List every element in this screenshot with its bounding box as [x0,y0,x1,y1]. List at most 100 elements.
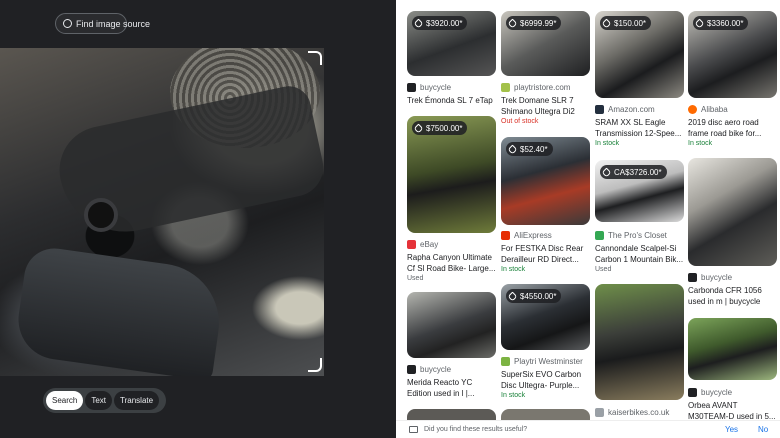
stock-status: Used [595,266,612,273]
result-thumbnail[interactable]: CA$3726.00* [595,160,684,222]
buycycle-favicon-icon [407,364,416,374]
buycycle-favicon-icon [407,82,416,92]
result-title[interactable]: 2019 disc aero road frame road bike for.… [688,117,777,139]
feedback-icon [409,426,418,433]
source-label: kaiserbikes.co.uk [608,407,670,417]
crop-handle-bottom-right[interactable] [308,358,322,372]
price-badge: $4550.00* [506,289,562,303]
price-badge: $7500.00* [412,121,468,135]
result-title[interactable]: For FESTKA Disc Rear Derailleur RD Direc… [501,243,590,265]
source-label: buycycle [420,364,452,374]
tag-icon [507,18,518,28]
result-source[interactable]: buycycle [407,81,451,93]
result-title[interactable]: Carbonda CFR 1056 used in m | buycycle [688,285,777,307]
mode-text-button[interactable]: Text [85,391,113,410]
source-label: Playtri Westminster [514,356,583,366]
price-label: $52.40* [520,144,548,154]
price-label: CA$3726.00* [614,167,662,177]
price-badge: $150.00* [600,16,652,30]
stock-status: In stock [688,140,713,147]
image-preview-panel: Find image source Search Text Translate [0,0,396,438]
result-title[interactable]: SuperSix EVO Carbon Disc Ultegra- Purple… [501,369,590,391]
feedback-yes-button[interactable]: Yes [725,425,738,434]
mode-switcher: Search Text Translate [43,388,166,413]
buycycle-favicon-icon [688,387,697,397]
tag-icon [601,167,612,177]
playtri-favicon-icon [501,356,510,366]
price-label: $150.00* [614,18,647,28]
source-label: The Pro's Closet [608,230,667,240]
result-title[interactable]: Cannondale Scalpel-Si Carbon 1 Mountain … [595,243,684,265]
source-label: Amazon.com [608,104,655,114]
thru-axle-shape [84,198,118,232]
source-label: playtristore.com [514,82,571,92]
price-badge: CA$3726.00* [600,165,667,179]
crop-handle-top-right[interactable] [308,51,322,65]
price-badge: $52.40* [506,142,553,156]
price-label: $3920.00* [426,18,463,28]
query-image [0,48,324,376]
result-thumbnail[interactable]: $4550.00* [501,284,590,350]
tag-icon [694,18,705,28]
feedback-question: Did you find these results useful? [424,426,528,433]
result-title[interactable]: Merida Reacto YC Edition used in l |... [407,377,496,399]
tag-icon [601,18,612,28]
buycycle-favicon-icon [688,272,697,282]
source-label: eBay [420,239,439,249]
result-source[interactable]: buycycle [688,386,732,398]
result-thumbnail[interactable]: $6999.99* [501,11,590,76]
feedback-no-button[interactable]: No [758,425,768,434]
result-title[interactable]: Trek Domane SLR 7 Shimano Ultegra Di2 11… [501,95,590,117]
result-source[interactable]: buycycle [407,363,451,375]
tag-icon [507,144,518,154]
stock-status: In stock [595,140,620,147]
aliexpress-favicon-icon [501,230,510,240]
kaiserbikes-favicon-icon [595,407,604,417]
result-title[interactable]: SRAM XX SL Eagle Transmission 12-Spee... [595,117,684,139]
pros-closet-favicon-icon [595,230,604,240]
stock-status: In stock [501,266,526,273]
result-thumbnail[interactable]: $3360.00* [688,11,777,98]
lens-icon [63,19,72,28]
result-thumbnail[interactable] [595,284,684,400]
result-source[interactable]: Playtri Westminster [501,355,583,367]
lens-results-page: Find image source Search Text Translate … [0,0,780,438]
result-thumbnail[interactable]: $150.00* [595,11,684,98]
result-source[interactable]: Amazon.com [595,103,655,115]
price-label: $3360.00* [707,18,744,28]
result-source[interactable]: eBay [407,238,438,250]
result-thumbnail[interactable]: $52.40* [501,137,590,225]
mode-search-button[interactable]: Search [46,391,84,410]
results-grid: $3920.00* buycycle Trek Émonda SL 7 eTap… [396,0,780,438]
feedback-bar: Did you find these results useful? Yes N… [396,420,780,438]
result-title[interactable]: Rapha Canyon Ultimate Cf Sl Road Bike- L… [407,252,496,274]
price-badge: $3360.00* [693,16,749,30]
find-image-source-button[interactable]: Find image source [55,13,150,34]
result-source[interactable]: kaiserbikes.co.uk [595,406,669,418]
tag-icon [413,18,424,28]
result-title[interactable]: Orbea AVANT M30TEAM-D used in 5... [688,400,777,422]
price-label: $6999.99* [520,18,557,28]
result-source[interactable]: playtristore.com [501,81,570,93]
amazon-favicon-icon [595,104,604,114]
mode-translate-button[interactable]: Translate [114,391,160,410]
result-source[interactable]: Alibaba [688,103,728,115]
result-thumbnail[interactable]: $7500.00* [407,116,496,233]
result-thumbnail[interactable] [407,292,496,358]
price-label: $4550.00* [520,291,557,301]
result-source[interactable]: buycycle [688,271,732,283]
result-source[interactable]: AliExpress [501,229,552,241]
result-thumbnail[interactable]: $3920.00* [407,11,496,76]
derailleur-shape [13,244,227,376]
source-label: buycycle [701,387,733,397]
result-thumbnail[interactable] [688,158,777,266]
stock-status: Used [407,275,424,282]
result-title[interactable]: Trek Émonda SL 7 eTap [407,95,496,107]
result-thumbnail[interactable] [688,318,777,380]
source-label: buycycle [420,82,452,92]
result-source[interactable]: The Pro's Closet [595,229,667,241]
playtristore-favicon-icon [501,82,510,92]
source-label: AliExpress [514,230,552,240]
price-badge: $6999.99* [506,16,562,30]
alibaba-favicon-icon [688,104,697,114]
